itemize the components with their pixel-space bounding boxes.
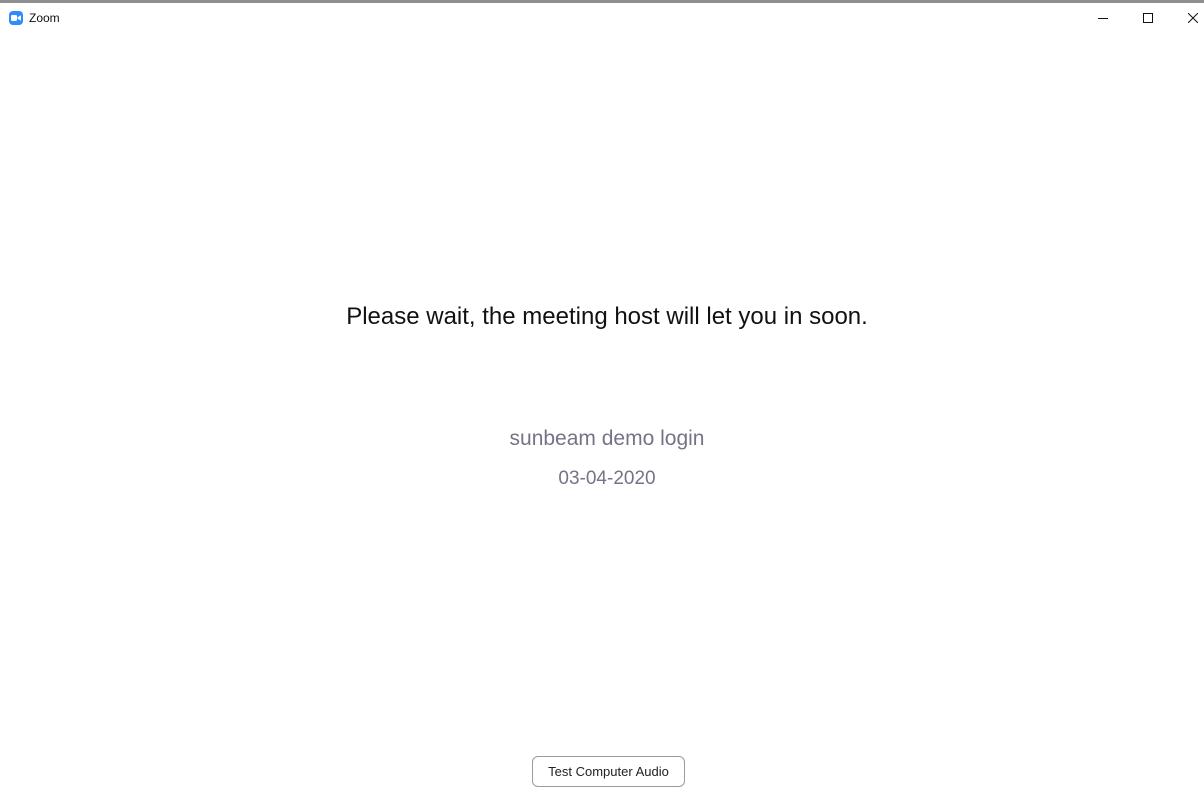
minimize-icon [1097, 18, 1108, 19]
minimize-button[interactable] [1080, 3, 1125, 33]
close-icon [1187, 13, 1198, 23]
zoom-window: Zoom Please wait, the meeting host will … [0, 0, 1204, 811]
close-button[interactable] [1170, 3, 1204, 33]
waiting-room-message: Please wait, the meeting host will let y… [346, 303, 868, 330]
window-title: Zoom [29, 11, 60, 25]
meeting-name: sunbeam demo login [509, 427, 705, 450]
meeting-date: 03-04-2020 [558, 468, 656, 489]
title-bar[interactable]: Zoom [0, 3, 1204, 33]
maximize-button[interactable] [1125, 3, 1170, 33]
test-computer-audio-button[interactable]: Test Computer Audio [532, 756, 685, 787]
maximize-icon [1142, 13, 1153, 23]
zoom-camera-icon [9, 11, 23, 25]
zoom-camera-glyph [11, 15, 21, 21]
